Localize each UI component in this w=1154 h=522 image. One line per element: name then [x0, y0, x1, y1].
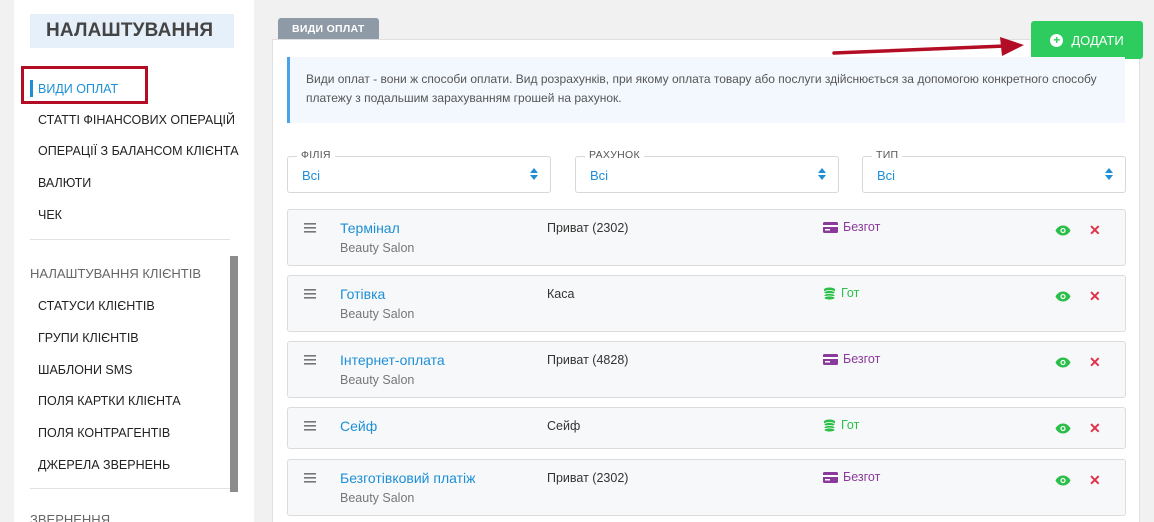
table-row[interactable]: Безготівковий платіж Beauty Salon Приват… — [287, 459, 1126, 516]
drag-handle-icon[interactable] — [304, 473, 316, 483]
coins-icon — [823, 419, 836, 432]
sidebar-item-client-balance[interactable]: ОПЕРАЦІЇ З БАЛАНСОМ КЛІЄНТА — [38, 144, 239, 158]
info-box: Види оплат - вони ж способи оплати. Вид … — [287, 57, 1125, 123]
sidebar-title: НАЛАШТУВАННЯ — [30, 14, 234, 48]
drag-handle-icon[interactable] — [304, 223, 316, 233]
sidebar-item-request-sources[interactable]: ДЖЕРЕЛА ЗВЕРНЕНЬ — [38, 458, 170, 472]
branch-filter-value: Всі — [302, 168, 321, 183]
sort-caret-icon — [818, 168, 826, 180]
account-filter[interactable]: РАХУНОК Всі — [575, 149, 839, 193]
sidebar-section-requests: ЗВЕРНЕННЯ — [30, 512, 111, 522]
table-row[interactable]: Термінал Beauty Salon Приват (2302) Безг… — [287, 209, 1126, 266]
close-icon[interactable]: ✕ — [1089, 222, 1101, 239]
tab-payment-types[interactable]: ВИДИ ОПЛАТ — [278, 18, 379, 40]
sidebar-scrollbar[interactable] — [230, 256, 238, 492]
table-row[interactable]: Інтернет-оплата Beauty Salon Приват (482… — [287, 341, 1126, 398]
payment-account: Сейф — [547, 419, 581, 433]
eye-icon[interactable] — [1055, 291, 1071, 302]
eye-icon[interactable] — [1055, 357, 1071, 368]
drag-handle-icon[interactable] — [304, 421, 316, 431]
sort-caret-icon — [1105, 168, 1113, 180]
sidebar-item-currencies[interactable]: ВАЛЮТИ — [38, 176, 91, 190]
sort-caret-icon — [530, 168, 538, 180]
add-button-label: ДОДАТИ — [1071, 32, 1124, 48]
account-filter-value: Всі — [590, 168, 609, 183]
payment-type: Гот — [823, 286, 859, 300]
sidebar-section-client-settings: НАЛАШТУВАННЯ КЛІЄНТІВ — [30, 266, 202, 281]
payment-name[interactable]: Готівка — [340, 286, 385, 302]
sidebar-divider — [30, 239, 230, 240]
close-icon[interactable]: ✕ — [1089, 288, 1101, 305]
sidebar-item-client-statuses[interactable]: СТАТУСИ КЛІЄНТІВ — [38, 299, 155, 313]
sidebar-item-financial-articles[interactable]: СТАТТІ ФІНАНСОВИХ ОПЕРАЦІЙ — [38, 113, 235, 127]
payment-account: Приват (2302) — [547, 221, 629, 235]
sidebar-item-sms-templates[interactable]: ШАБЛОНИ SMS — [38, 363, 133, 377]
close-icon[interactable]: ✕ — [1089, 420, 1101, 437]
payment-type-label: Безгот — [843, 220, 881, 234]
payment-account: Каса — [547, 287, 575, 301]
type-filter[interactable]: ТИП Всі — [862, 149, 1126, 193]
payment-account: Приват (2302) — [547, 471, 629, 485]
payment-type: Безгот — [823, 470, 880, 484]
payment-branch: Beauty Salon — [340, 491, 415, 505]
eye-icon[interactable] — [1055, 423, 1071, 434]
branch-filter[interactable]: ФІЛІЯ Всі — [287, 149, 551, 193]
coins-icon — [823, 287, 836, 300]
drag-handle-icon[interactable] — [304, 355, 316, 365]
sidebar-item-client-groups[interactable]: ГРУПИ КЛІЄНТІВ — [38, 331, 139, 345]
type-filter-label: ТИП — [872, 149, 903, 161]
branch-filter-label: ФІЛІЯ — [297, 149, 335, 161]
highlight-box — [21, 66, 148, 104]
payment-type: Безгот — [823, 352, 880, 366]
sidebar-item-receipt[interactable]: ЧЕК — [38, 208, 62, 222]
table-row[interactable]: Сейф Сейф Гот ✕ — [287, 407, 1126, 449]
payment-type-label: Гот — [841, 286, 860, 300]
payment-account: Приват (4828) — [547, 353, 629, 367]
sidebar-divider — [30, 488, 230, 489]
sidebar-item-client-card-fields[interactable]: ПОЛЯ КАРТКИ КЛІЄНТА — [38, 394, 181, 408]
credit-card-icon — [823, 353, 838, 365]
drag-handle-icon[interactable] — [304, 289, 316, 299]
eye-icon[interactable] — [1055, 475, 1071, 486]
payment-branch: Beauty Salon — [340, 307, 415, 321]
payment-name[interactable]: Сейф — [340, 418, 377, 434]
close-icon[interactable]: ✕ — [1089, 354, 1101, 371]
eye-icon[interactable] — [1055, 225, 1071, 236]
payment-type: Гот — [823, 418, 859, 432]
credit-card-icon — [823, 221, 838, 233]
payment-type-label: Безгот — [843, 470, 881, 484]
payment-name[interactable]: Безготівковий платіж — [340, 470, 475, 486]
payment-branch: Beauty Salon — [340, 373, 415, 387]
payment-name[interactable]: Термінал — [340, 220, 400, 236]
plus-circle-icon: + — [1050, 33, 1064, 47]
add-button[interactable]: + ДОДАТИ — [1031, 21, 1143, 59]
red-arrow-annotation — [832, 37, 1024, 56]
table-row[interactable]: Готівка Beauty Salon Каса Гот ✕ — [287, 275, 1126, 332]
sidebar-item-contractor-fields[interactable]: ПОЛЯ КОНТРАГЕНТІВ — [38, 426, 170, 440]
credit-card-icon — [823, 471, 838, 483]
payment-type-label: Безгот — [843, 352, 881, 366]
type-filter-value: Всі — [877, 168, 896, 183]
account-filter-label: РАХУНОК — [585, 149, 644, 161]
info-text: Види оплат - вони ж способи оплати. Вид … — [306, 72, 1097, 105]
payment-branch: Beauty Salon — [340, 241, 415, 255]
payment-type: Безгот — [823, 220, 880, 234]
payment-type-label: Гот — [841, 418, 860, 432]
payment-name[interactable]: Інтернет-оплата — [340, 352, 445, 368]
close-icon[interactable]: ✕ — [1089, 472, 1101, 489]
